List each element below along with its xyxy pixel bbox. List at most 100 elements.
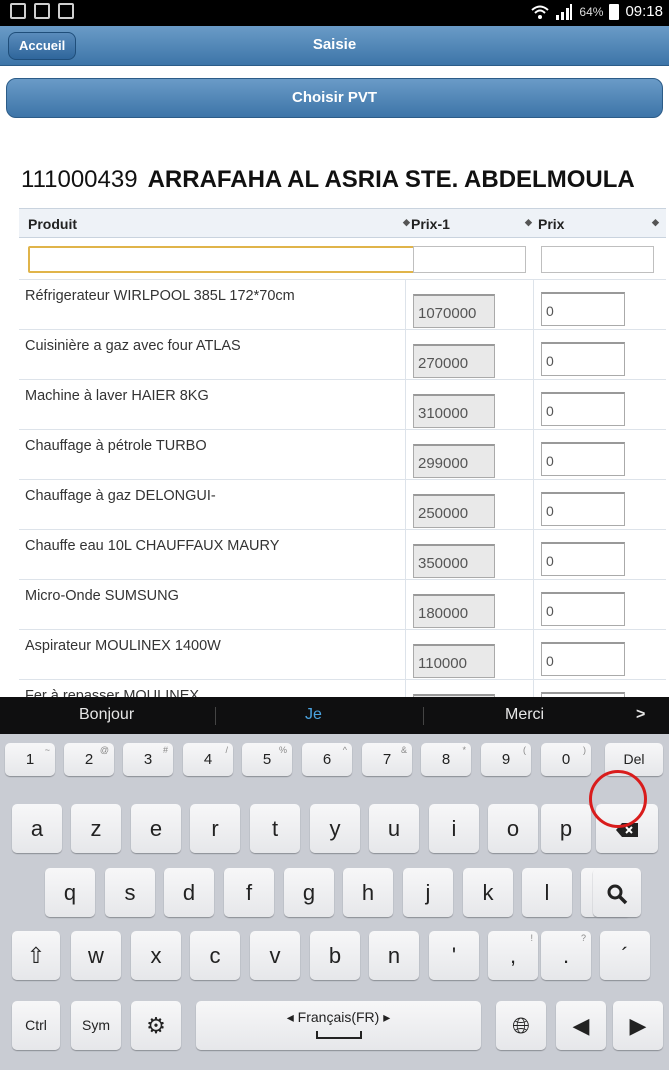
prix-input[interactable]: 0	[541, 642, 625, 676]
key-i[interactable]: i	[429, 804, 479, 853]
key-k[interactable]: k	[463, 868, 513, 917]
key-1[interactable]: x	[131, 931, 181, 980]
key-8[interactable]: 8 *	[421, 743, 471, 776]
key-2[interactable]: 2 @	[64, 743, 114, 776]
image-notification-icon	[58, 3, 74, 19]
key-label: 0	[561, 751, 571, 768]
prix-input[interactable]: 0	[541, 542, 625, 576]
column-divider	[533, 580, 534, 629]
key-0[interactable]: 0)	[541, 743, 591, 776]
column-header-prix[interactable]: Prix	[538, 216, 564, 232]
key-label: 3	[143, 751, 153, 768]
key-5[interactable]: 5%	[242, 743, 292, 776]
prix1-filter-input[interactable]	[413, 246, 526, 273]
sort-icon[interactable]: ◆	[652, 217, 659, 228]
suggestion-je[interactable]: Je	[305, 706, 322, 724]
shift-key[interactable]: ⇧	[12, 931, 60, 980]
key-alt-label: /	[225, 745, 228, 755]
key-h[interactable]: h	[343, 868, 393, 917]
sort-icon[interactable]: ◆	[525, 217, 532, 228]
prix-filter-input[interactable]	[541, 246, 654, 273]
key-z[interactable]: z	[71, 804, 121, 853]
key-a[interactable]: a	[12, 804, 62, 853]
key-label: e	[149, 816, 163, 841]
key-4[interactable]: 4/	[183, 743, 233, 776]
key-3[interactable]: v	[250, 931, 300, 980]
key-label: t	[271, 816, 279, 841]
prix-input[interactable]: 0	[541, 442, 625, 476]
key-label: o	[506, 816, 520, 841]
key-6[interactable]: '	[429, 931, 479, 980]
search-key[interactable]	[593, 868, 641, 917]
product-name: Micro-Onde SUMSUNG	[25, 588, 179, 604]
key-3[interactable]: 3 #	[123, 743, 173, 776]
key-q[interactable]: q	[45, 868, 95, 917]
suggestion-bonjour[interactable]: Bonjour	[79, 706, 134, 724]
key-u[interactable]: u	[369, 804, 419, 853]
key-7[interactable]: ,!	[488, 931, 538, 980]
prix1-field: 350000	[413, 544, 495, 578]
choose-pvt-button[interactable]: Choisir PVT	[6, 78, 663, 118]
key-8[interactable]: .?	[541, 931, 591, 980]
key-9[interactable]: 9(	[481, 743, 531, 776]
app-notification-icon	[34, 3, 50, 19]
key-s[interactable]: s	[105, 868, 155, 917]
column-divider	[405, 430, 406, 479]
key-g[interactable]: g	[284, 868, 334, 917]
key-o[interactable]: o	[488, 804, 538, 853]
key-2[interactable]: c	[190, 931, 240, 980]
key-label: 5	[262, 751, 272, 768]
key-label: Del	[623, 751, 645, 767]
key-label: b	[328, 943, 342, 968]
key-y[interactable]: y	[310, 804, 360, 853]
key-d[interactable]: d	[164, 868, 214, 917]
table-row: Machine à laver HAIER 8KG 310000 0	[19, 380, 666, 430]
sym-key[interactable]: Sym	[71, 1001, 121, 1050]
key-l[interactable]: l	[522, 868, 572, 917]
home-button[interactable]: Accueil	[8, 32, 77, 60]
products-table: Produit ◆ Prix-1 ◆ Prix ◆ Réfrigerateur …	[19, 208, 666, 730]
key-label: y	[329, 816, 341, 841]
key-7[interactable]: 7 &	[362, 743, 412, 776]
key-t[interactable]: t	[250, 804, 300, 853]
suggestion-merci[interactable]: Merci	[505, 706, 544, 724]
cursor-left-key[interactable]: ◀	[556, 1001, 606, 1050]
key-label: 8	[441, 751, 451, 768]
prix-input[interactable]: 0	[541, 342, 625, 376]
key-f[interactable]: f	[224, 868, 274, 917]
key-6[interactable]: 6 ^	[302, 743, 352, 776]
language-key[interactable]: 🌐︎	[496, 1001, 546, 1050]
column-header-produit[interactable]: Produit	[28, 216, 77, 232]
produit-filter-input[interactable]	[28, 246, 416, 273]
key-label: ´	[621, 943, 629, 968]
prix1-field: 180000	[413, 594, 495, 628]
highlight-circle	[589, 770, 647, 828]
table-row: Réfrigerateur WIRLPOOL 385L 172*70cm 1070…	[19, 280, 666, 330]
key-label: .	[562, 943, 570, 968]
prix-input[interactable]: 0	[541, 392, 625, 426]
key-4[interactable]: b	[310, 931, 360, 980]
ctrl-key[interactable]: Ctrl	[12, 1001, 60, 1050]
column-header-prix1[interactable]: Prix-1	[411, 216, 450, 232]
suggestion-more-button[interactable]: >	[636, 706, 645, 724]
sort-icon[interactable]: ◆	[403, 217, 410, 228]
key-r[interactable]: r	[190, 804, 240, 853]
key-1[interactable]: 1 ~	[5, 743, 55, 776]
key-5[interactable]: n	[369, 931, 419, 980]
cursor-right-key[interactable]: ▶	[613, 1001, 663, 1050]
space-key[interactable]: ◂ Français(FR) ▸	[196, 1001, 481, 1050]
prix-input[interactable]: 0	[541, 592, 625, 626]
key-e[interactable]: e	[131, 804, 181, 853]
product-name: Chauffage à gaz DELONGUI-	[25, 488, 216, 504]
key-alt-label: ~	[44, 745, 50, 755]
column-divider	[405, 580, 406, 629]
prix-input[interactable]: 0	[541, 292, 625, 326]
key-label: r	[211, 816, 219, 841]
key-0[interactable]: w	[71, 931, 121, 980]
key-j[interactable]: j	[403, 868, 453, 917]
prix-input[interactable]: 0	[541, 492, 625, 526]
settings-key[interactable]: ⚙	[131, 1001, 181, 1050]
key-9[interactable]: ´	[600, 931, 650, 980]
column-divider	[405, 380, 406, 429]
key-p[interactable]: p	[541, 804, 591, 853]
